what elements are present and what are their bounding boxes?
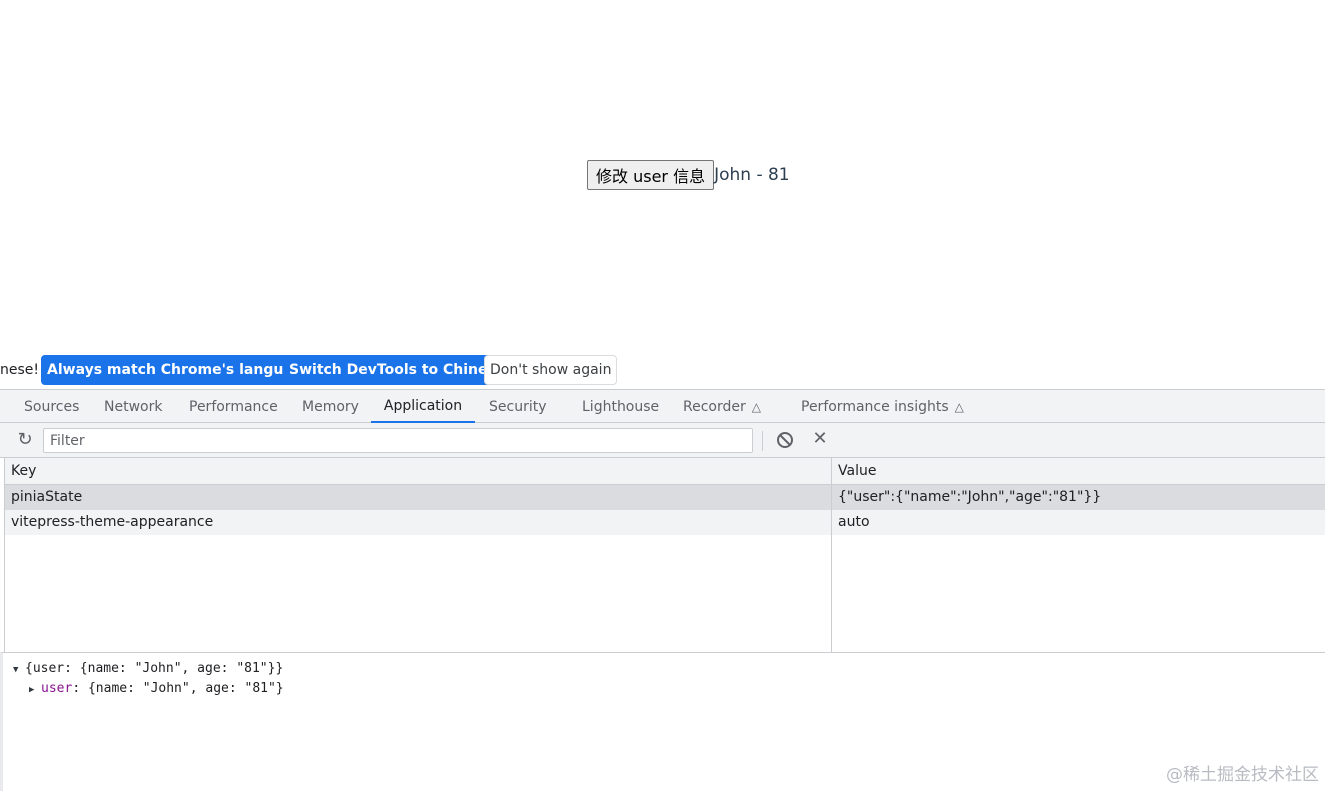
- column-header-key[interactable]: Key: [11, 463, 36, 479]
- tab-sources[interactable]: Sources: [24, 390, 79, 423]
- devtools-panel: nese! Always match Chrome's language Swi…: [0, 352, 1325, 791]
- tab-label: Memory: [302, 398, 359, 415]
- dont-show-again-button[interactable]: Don't show again: [484, 355, 618, 385]
- tab-label: Lighthouse: [582, 398, 660, 415]
- expand-triangle-icon[interactable]: ▼: [13, 665, 25, 675]
- row-value: {"user":{"name":"John","age":"81"}}: [838, 489, 1102, 505]
- table-row[interactable]: vitepress-theme-appearance auto: [5, 510, 1325, 535]
- user-info-text: John - 81: [714, 165, 790, 185]
- storage-toolbar: ↻ ✕: [0, 423, 1325, 458]
- tab-label: Performance: [189, 398, 278, 415]
- row-value: auto: [838, 514, 870, 530]
- tab-label: Sources: [24, 398, 80, 415]
- tab-label: Recorder: [683, 398, 746, 415]
- tab-recorder[interactable]: Recorder △: [683, 390, 761, 423]
- edit-user-button[interactable]: 修改 user 信息: [587, 160, 715, 190]
- clear-all-icon[interactable]: [774, 429, 796, 451]
- toolbar-divider: [762, 431, 763, 451]
- tab-label: Performance insights: [801, 398, 949, 415]
- delete-selected-icon[interactable]: ✕: [810, 429, 830, 449]
- language-infobar: nese! Always match Chrome's language Swi…: [0, 352, 1325, 389]
- switch-to-chinese-button[interactable]: Switch DevTools to Chinese: [283, 355, 512, 385]
- app-row: 修改 user 信息 John - 81: [587, 160, 790, 190]
- flask-icon: △: [954, 399, 964, 414]
- refresh-icon[interactable]: ↻: [14, 429, 36, 451]
- tab-performance-insights[interactable]: Performance insights △: [801, 390, 964, 423]
- flask-icon: △: [751, 399, 761, 414]
- devtools-tab-bar: Sources Network Performance Memory Appli…: [0, 389, 1325, 423]
- filter-input[interactable]: [43, 428, 753, 453]
- row-key: vitepress-theme-appearance: [11, 514, 214, 530]
- infobar-message: nese!: [0, 362, 40, 378]
- tab-application[interactable]: Application: [371, 390, 475, 423]
- tab-label: Application: [383, 397, 463, 414]
- tab-label: Network: [104, 398, 163, 415]
- preview-child-key: user: [41, 681, 73, 696]
- preview-child-line[interactable]: ▶ user: {name: "John", age: "81"}: [29, 681, 284, 696]
- preview-root-line[interactable]: ▼ {user: {name: "John", age: "81"}}: [13, 661, 283, 676]
- value-preview-pane: ▼ {user: {name: "John", age: "81"}} ▶ user…: [0, 652, 1325, 791]
- preview-root-text: {user: {name: "John", age: "81"}}: [25, 661, 284, 676]
- tab-lighthouse[interactable]: Lighthouse: [582, 390, 659, 423]
- table-row[interactable]: piniaState {"user":{"name":"John","age":…: [5, 485, 1325, 510]
- collapse-triangle-icon[interactable]: ▶: [29, 685, 41, 695]
- page-viewport: 修改 user 信息 John - 81: [0, 0, 1325, 352]
- tab-security[interactable]: Security: [489, 390, 547, 423]
- preview-child-value: : {name: "John", age: "81"}: [72, 681, 284, 696]
- storage-table: Key Value piniaState {"user":{"name":"Jo…: [4, 458, 1325, 652]
- column-divider[interactable]: [831, 458, 832, 652]
- tab-performance[interactable]: Performance: [189, 390, 278, 423]
- table-header: Key Value: [5, 458, 1325, 485]
- row-key: piniaState: [11, 489, 83, 505]
- watermark: @稀土掘金技术社区: [1166, 765, 1319, 785]
- always-match-language-button[interactable]: Always match Chrome's language: [41, 355, 319, 385]
- tab-network[interactable]: Network: [104, 390, 162, 423]
- tab-label: Security: [489, 398, 547, 415]
- tab-memory[interactable]: Memory: [302, 390, 359, 423]
- column-header-value[interactable]: Value: [838, 463, 876, 479]
